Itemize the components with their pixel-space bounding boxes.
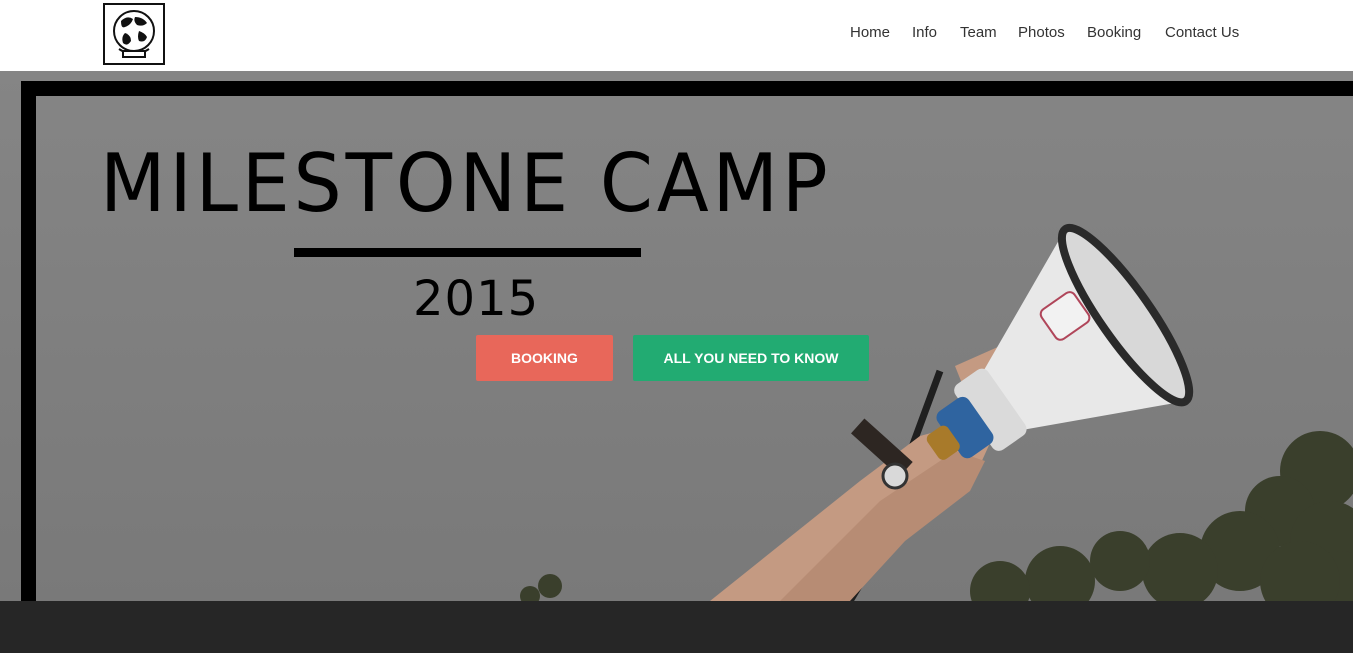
site-header: Home Info Team Photos Booking Contact Us xyxy=(0,0,1353,71)
nav-info[interactable]: Info xyxy=(912,24,937,41)
frame-top-border xyxy=(21,81,1353,96)
frame-left-border xyxy=(21,81,36,601)
nav-booking[interactable]: Booking xyxy=(1087,24,1141,41)
nav-contact-us[interactable]: Contact Us xyxy=(1165,24,1239,41)
all-you-need-to-know-button[interactable]: ALL YOU NEED TO KNOW xyxy=(633,335,869,381)
footer-bar xyxy=(0,601,1353,653)
nav-home[interactable]: Home xyxy=(850,24,890,41)
nav-photos[interactable]: Photos xyxy=(1018,24,1065,41)
hero-title: MILESTONE CAMP xyxy=(100,137,832,230)
nav-team[interactable]: Team xyxy=(960,24,997,41)
hero-section: MILESTONE CAMP 2015 BOOKING ALL YOU NEED… xyxy=(0,71,1353,601)
globe-logo-icon xyxy=(113,10,155,58)
title-divider xyxy=(294,248,641,257)
logo[interactable] xyxy=(103,3,165,65)
hero-year: 2015 xyxy=(413,271,540,327)
booking-button[interactable]: BOOKING xyxy=(476,335,613,381)
